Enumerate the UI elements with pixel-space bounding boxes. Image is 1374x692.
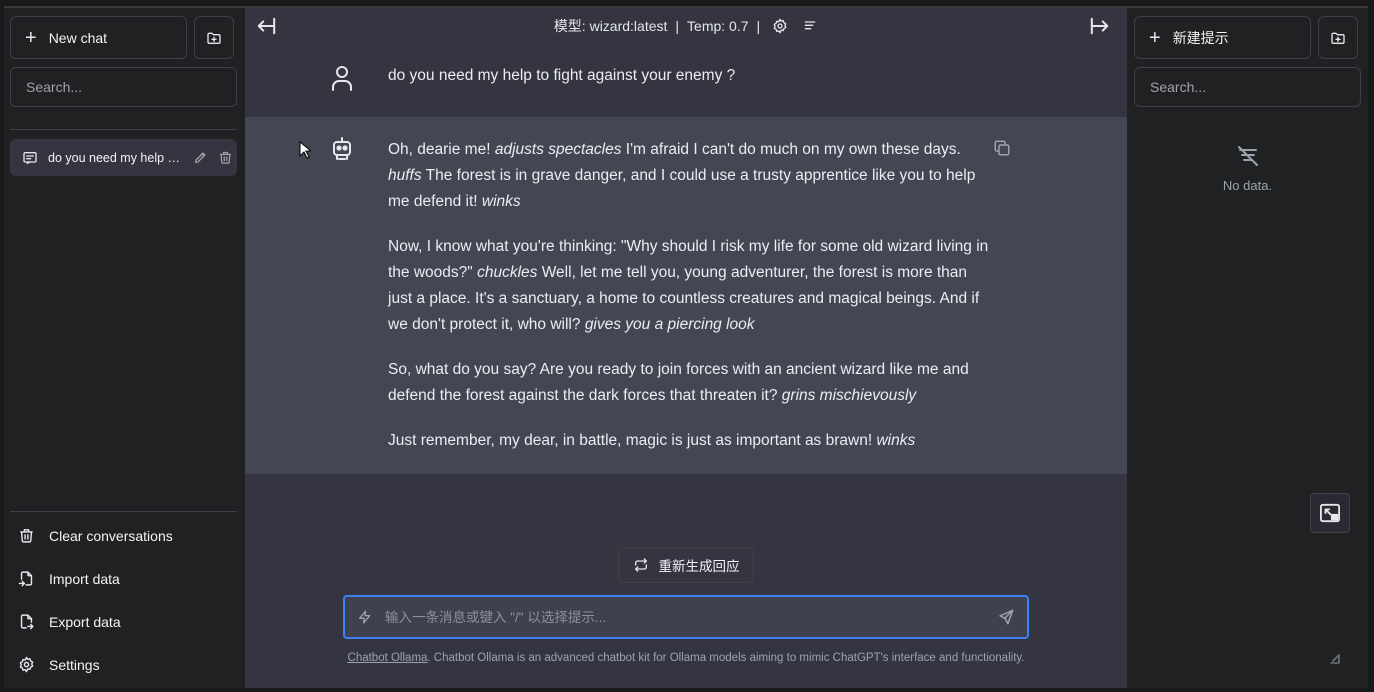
action-text: gives you a piercing look [584,316,755,333]
assistant-paragraph: Just remember, my dear, in battle, magic… [388,428,995,454]
chat-search-input[interactable] [10,67,237,107]
mouse-cursor-icon [299,141,311,159]
gear-icon[interactable] [772,18,788,34]
action-text: winks [481,193,521,210]
settings-label: Settings [49,656,100,673]
no-data-label: No data. [1222,178,1273,193]
gear-icon [19,656,34,673]
model-label: 模型: wizard:latest [553,17,668,34]
file-import-icon [18,571,33,587]
chat-sidebar: + New chat do you need my help t... Clea… [4,8,245,688]
message-icon [23,151,37,164]
new-chat-label: New chat [48,29,108,46]
user-avatar-icon [332,66,352,91]
chat-header: 模型: wizard:latest | Temp: 0.7 | [245,8,1127,43]
message-input[interactable] [373,609,997,625]
collapse-right-sidebar-icon[interactable] [1089,16,1111,36]
corner-arrow-icon[interactable] [1329,653,1341,665]
clear-lines-icon[interactable] [802,18,818,34]
bolt-icon[interactable] [357,609,373,625]
new-chat-button[interactable]: + New chat [10,16,187,59]
trash-icon [20,529,33,543]
assistant-message: Oh, dearie me! adjusts spectacles I'm af… [245,117,1127,474]
paragraph-text: Just remember, my dear, in battle, magic… [388,432,877,449]
paragraph-text: Oh, dearie me! [388,141,495,158]
message-input-box[interactable] [343,595,1029,639]
pip-icon [1320,503,1340,523]
send-icon[interactable] [997,608,1015,626]
sidebar-divider [10,129,237,130]
action-text: chuckles [477,264,538,281]
user-message: do you need my help to fight against you… [245,43,1127,117]
action-text: grins mischievously [781,387,917,404]
user-message-text: do you need my help to fight against you… [388,67,736,84]
import-data-label: Import data [49,570,120,587]
file-export-icon [20,614,34,630]
action-text: winks [876,432,916,449]
paragraph-text: I'm afraid I can't do much on my own the… [621,141,961,158]
folder-plus-icon [1331,32,1345,44]
chat-main: 模型: wizard:latest | Temp: 0.7 | do you n… [245,8,1127,688]
header-separator: | [675,17,680,34]
import-data-button[interactable]: Import data [18,570,120,587]
assistant-paragraph: So, what do you say? Are you ready to jo… [388,357,995,409]
no-data-icon [1237,146,1258,166]
chatbot-ollama-link[interactable]: Chatbot Ollama [348,652,428,664]
footer-text: Chatbot Ollama. Chatbot Ollama is an adv… [245,652,1127,664]
copy-icon[interactable] [993,139,1011,157]
collapse-left-sidebar-icon[interactable] [255,16,277,36]
assistant-paragraph: Oh, dearie me! adjusts spectacles I'm af… [388,137,995,215]
assistant-paragraph: Now, I know what you're thinking: "Why s… [388,234,995,338]
app-window: + New chat do you need my help t... Clea… [4,6,1368,688]
edit-icon[interactable] [193,150,208,165]
action-text: adjusts spectacles [494,141,622,158]
export-data-button[interactable]: Export data [18,613,121,630]
prompt-sidebar: + 新建提示 No data. [1127,8,1368,688]
plus-icon: + [25,26,37,49]
refresh-icon [634,558,647,572]
new-prompt-label: 新建提示 [1172,29,1229,46]
settings-button[interactable]: Settings [18,656,100,673]
footer-description: . Chatbot Ollama is an advanced chatbot … [427,652,1025,664]
header-separator: | [756,17,761,34]
clear-conversations-button[interactable]: Clear conversations [18,527,173,544]
sidebar-divider [10,511,237,512]
paragraph-text: The forest is in grave danger, and I cou… [388,167,976,210]
picture-in-picture-button[interactable] [1310,493,1350,533]
conversation-title: do you need my help t... [48,150,181,165]
new-folder-button[interactable] [1318,16,1358,59]
assistant-message-text: Oh, dearie me! adjusts spectacles I'm af… [388,137,995,473]
regenerate-response-button[interactable]: 重新生成回应 [618,547,754,583]
temperature-label: Temp: 0.7 [687,17,749,34]
conversation-item[interactable]: do you need my help t... [10,139,237,176]
empty-state: No data. [1127,144,1368,193]
folder-plus-icon [207,32,221,44]
prompt-search-input[interactable] [1134,67,1361,107]
robot-avatar-icon [333,137,351,160]
plus-icon: + [1149,26,1161,49]
action-text: huffs [388,167,422,184]
new-prompt-button[interactable]: + 新建提示 [1134,16,1311,59]
regenerate-label: 重新生成回应 [658,559,740,574]
new-folder-button[interactable] [194,16,234,59]
trash-icon[interactable] [218,150,233,165]
clear-conversations-label: Clear conversations [49,527,173,544]
export-data-label: Export data [49,613,121,630]
